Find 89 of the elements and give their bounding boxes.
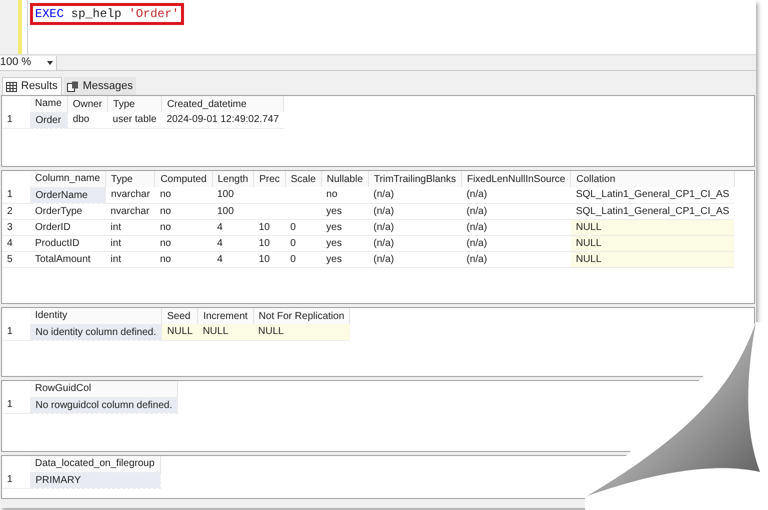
table-cell[interactable]: NULL [570,251,734,267]
table-cell[interactable]: no [154,219,212,235]
column-header: TrimTrailingBlanks [368,171,462,187]
table-cell[interactable]: NULL [570,235,734,251]
table-cell[interactable]: nvarchar [106,187,155,203]
grid-icon [6,82,17,92]
table-cell[interactable]: 0 [285,235,322,251]
column-header: Prec [254,171,286,187]
table-cell[interactable]: 10 [254,251,286,267]
table-cell[interactable]: int [106,251,155,267]
table-cell[interactable]: TotalAmount [30,251,106,267]
column-header: Data_located_on_filegroup [30,456,160,472]
row-number: 3 [2,219,30,235]
message-icon [66,80,79,92]
row-number: 2 [2,203,30,219]
table-cell[interactable]: (n/a) [461,219,571,235]
column-header: Computed [154,171,212,187]
table-cell[interactable]: OrderID [30,219,106,235]
column-header: Created_datetime [162,96,284,112]
column-header: Owner [67,96,108,112]
column-header: RowGuidCol [30,381,178,397]
table-cell[interactable]: 4 [212,251,254,267]
table-cell[interactable]: no [154,187,212,203]
table-cell[interactable]: No rowguidcol column defined. [30,397,178,413]
row-number: 4 [2,235,30,251]
table-cell[interactable]: OrderType [30,203,106,219]
table-cell[interactable]: (n/a) [368,251,462,267]
table-cell[interactable]: (n/a) [368,235,462,251]
table-cell[interactable]: nvarchar [106,203,155,219]
table-cell[interactable]: dbo [67,112,108,128]
table-cell[interactable]: SQL_Latin1_General_CP1_CI_AS [570,187,734,203]
column-header: Identity [30,308,162,324]
table-cell[interactable]: (n/a) [461,251,571,267]
table-cell[interactable]: int [106,219,155,235]
table-cell[interactable]: NULL [198,324,254,340]
table-cell[interactable]: yes [321,235,368,251]
column-header: Seed [162,308,198,324]
table-cell[interactable]: 100 [212,187,254,203]
table-cell[interactable]: int [106,235,155,251]
table-cell[interactable]: 4 [212,235,254,251]
row-number: 5 [2,251,30,267]
table-cell[interactable]: no [154,203,212,219]
zoom-dropdown[interactable]: 100 % [0,56,57,70]
table-cell[interactable]: NULL [570,219,734,235]
column-header: Nullable [321,171,368,187]
table-cell[interactable]: 100 [212,203,254,219]
table-cell[interactable]: 10 [254,235,286,251]
table-cell[interactable]: (n/a) [368,203,462,219]
result-tab[interactable]: Results [2,77,62,95]
code-line: EXEC sp_help 'Order' [35,6,180,22]
table-cell[interactable]: NULL [162,324,198,340]
column-header: Increment [198,308,254,324]
table-cell[interactable]: (n/a) [368,219,462,235]
table-cell[interactable]: No identity column defined. [30,324,162,340]
result-tab[interactable]: Messages [64,77,136,95]
table-cell[interactable]: user table [108,112,162,128]
column-header: Type [106,171,155,187]
table-cell[interactable]: no [321,187,368,203]
table-cell[interactable]: Order [30,112,68,128]
caret-icon [47,60,53,64]
table-cell[interactable]: (n/a) [461,235,571,251]
table-cell[interactable]: OrderName [30,187,106,203]
table-cell[interactable]: 2024-09-01 12:49:02.747 [162,112,284,128]
column-header: Name [30,96,68,112]
table-cell[interactable]: no [154,235,212,251]
change-bar [18,0,22,54]
column-header: Column_name [30,171,106,187]
table-cell[interactable]: yes [321,203,368,219]
column-header: Collation [570,171,734,187]
table-cell[interactable]: 0 [285,251,322,267]
table-cell[interactable]: PRIMARY [30,472,160,488]
code-editor[interactable]: EXEC sp_help 'Order' [0,0,756,55]
table-cell[interactable]: yes [321,219,368,235]
column-header: Not For Replication [253,308,350,324]
table-cell[interactable]: NULL [253,324,350,340]
table-cell[interactable]: 4 [212,219,254,235]
column-header: Scale [285,171,322,187]
table-cell[interactable]: ProductID [30,235,106,251]
table-cell[interactable]: (n/a) [461,187,571,203]
column-header: FixedLenNullInSource [461,171,571,187]
column-header: Type [108,96,162,112]
table-cell[interactable]: (n/a) [461,203,571,219]
table-cell[interactable]: 0 [285,219,322,235]
table-cell[interactable]: yes [321,251,368,267]
table-cell[interactable]: (n/a) [368,187,462,203]
table-cell[interactable]: no [154,251,212,267]
table-cell[interactable]: 10 [254,219,286,235]
column-header: Length [212,171,254,187]
table-cell[interactable]: SQL_Latin1_General_CP1_CI_AS [570,203,734,219]
